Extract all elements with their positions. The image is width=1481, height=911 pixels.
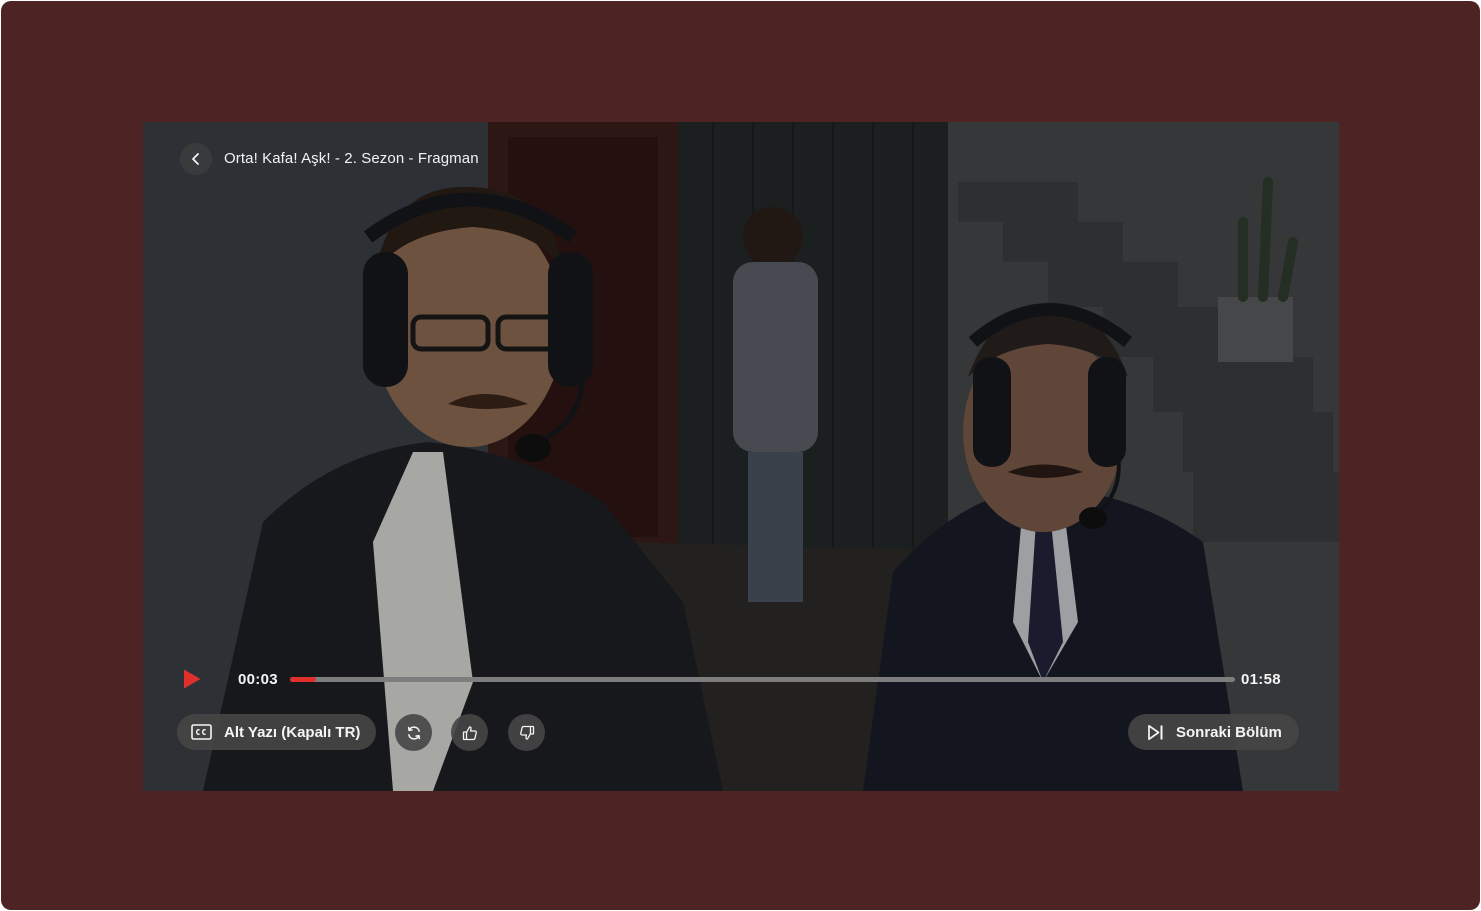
thumbs-up-icon xyxy=(462,725,477,740)
like-button[interactable] xyxy=(451,714,488,751)
back-button[interactable] xyxy=(180,143,212,175)
current-time: 00:03 xyxy=(238,671,278,688)
closed-captions-icon xyxy=(191,724,212,740)
video-overlay xyxy=(143,122,1339,791)
video-player[interactable]: Orta! Kafa! Aşk! - 2. Sezon - Fragman 00… xyxy=(143,122,1339,791)
refresh-icon xyxy=(407,725,420,740)
play-icon xyxy=(184,669,201,689)
dislike-button[interactable] xyxy=(508,714,545,751)
subtitles-label: Alt Yazı (Kapalı TR) xyxy=(224,723,361,741)
skip-next-icon xyxy=(1147,724,1164,741)
progress-fill xyxy=(290,677,317,682)
progress-bar[interactable] xyxy=(290,677,1235,682)
video-title: Orta! Kafa! Aşk! - 2. Sezon - Fragman xyxy=(224,150,479,167)
page-background: Orta! Kafa! Aşk! - 2. Sezon - Fragman 00… xyxy=(1,1,1480,910)
video-frame xyxy=(143,122,1339,791)
chevron-left-icon xyxy=(192,153,199,165)
subtitles-button[interactable]: Alt Yazı (Kapalı TR) xyxy=(177,714,377,750)
thumbs-down-icon xyxy=(519,725,534,740)
next-episode-button[interactable]: Sonraki Bölüm xyxy=(1128,714,1299,750)
replay-button[interactable] xyxy=(395,714,432,751)
total-time: 01:58 xyxy=(1241,671,1281,688)
play-button[interactable] xyxy=(181,668,203,690)
next-episode-label: Sonraki Bölüm xyxy=(1176,723,1282,741)
